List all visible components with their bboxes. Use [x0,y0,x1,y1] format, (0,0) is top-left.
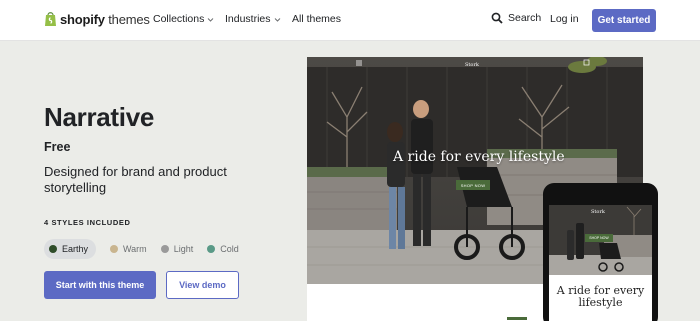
nav-industries[interactable]: Industries [225,13,281,25]
search-label: Search [508,12,542,24]
preview-hero-text: A ride for every lifestyle [393,149,565,165]
login-link[interactable]: Log in [550,13,579,25]
style-warm[interactable]: Warm [110,239,147,259]
style-label: Light [173,244,194,254]
chevron-down-icon [208,17,214,22]
phone-hero-line2: lifestyle [578,296,623,309]
style-selector: Earthy Warm Light Cold [44,239,253,259]
phone-store-name: Stork [591,209,605,215]
shopify-bag-icon [45,12,56,26]
preview-accent-bar [507,317,527,320]
search-icon [491,12,503,24]
preview-shop-now-button: SHOP NOW [456,180,490,190]
theme-preview-mobile[interactable]: Stork SHOP NOW A ride for every lifestyl… [543,183,658,321]
light-swatch [160,245,169,253]
phone-shop-now-button: SHOP NOW [585,234,613,242]
theme-description: Designed for brand and product storytell… [44,164,227,195]
style-cold[interactable]: Cold [207,239,239,259]
view-demo-button[interactable]: View demo [166,271,239,299]
warm-swatch [110,245,119,253]
theme-price: Free [44,140,71,154]
logo-brand: shopify [60,11,105,27]
style-label: Warm [123,244,147,254]
nav-industries-label: Industries [225,13,271,25]
chevron-down-icon [274,17,280,22]
style-earthy[interactable]: Earthy [44,239,97,259]
style-label: Earthy [62,244,89,254]
start-with-theme-button[interactable]: Start with this theme [44,271,156,299]
logo-suffix: themes [108,11,150,27]
nav-all-themes[interactable]: All themes [292,13,341,25]
top-nav: shopify themes Collections Industries Al… [0,0,700,41]
earthy-swatch [49,245,57,253]
shopify-themes-logo[interactable]: shopify themes [44,11,150,27]
style-light[interactable]: Light [160,239,194,259]
cold-swatch [207,245,216,253]
nav-collections[interactable]: Collections [153,13,214,25]
preview-store-name: Stork [465,62,479,68]
theme-title: Narrative [44,102,155,132]
nav-all-themes-label: All themes [292,13,342,25]
style-label: Cold [220,244,239,254]
nav-collections-label: Collections [153,13,205,25]
search-button[interactable]: Search [491,12,541,24]
phone-screen: Stork SHOP NOW A ride for every lifestyl… [549,205,652,321]
phone-hero-text: A ride for every lifestyle [549,285,652,309]
get-started-button[interactable]: Get started [592,9,656,32]
styles-count-label: 4 STYLES INCLUDED [44,218,131,227]
